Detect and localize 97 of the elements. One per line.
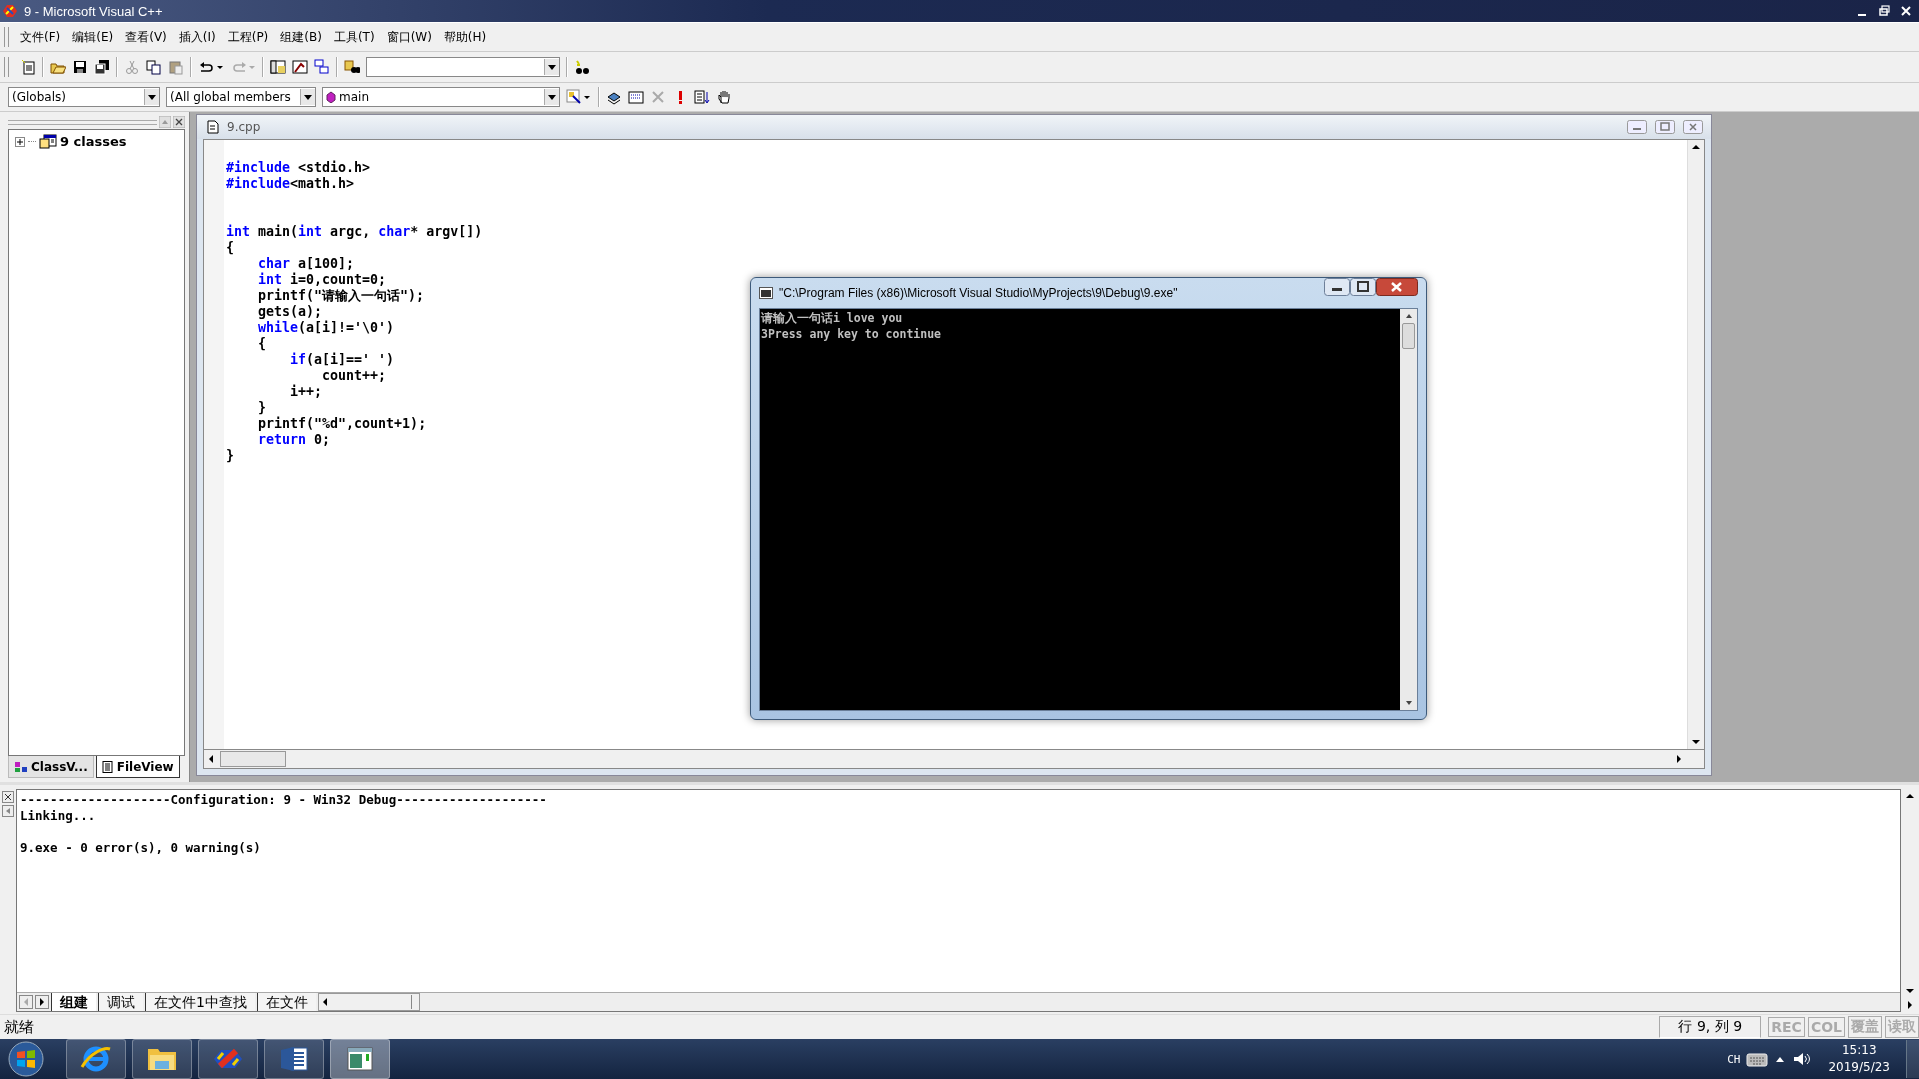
windows-icon[interactable]: [314, 59, 330, 75]
restore-button[interactable]: [1877, 4, 1891, 18]
code-line: int main(int argc, char* argv[]): [226, 224, 483, 240]
output-line: Linking...: [20, 808, 96, 824]
clock-date[interactable]: 2019/5/23: [1828, 1059, 1890, 1076]
undo-icon[interactable]: [198, 59, 224, 75]
sidebar-tab[interactable]: ClassV...: [8, 756, 94, 778]
code-line: {: [257, 336, 267, 352]
hand-icon[interactable]: [716, 89, 732, 105]
status-text: 就绪: [4, 1017, 34, 1037]
code-line: i++;: [289, 384, 323, 400]
menu-item[interactable]: 文件(F): [14, 28, 67, 46]
close-icon[interactable]: [173, 116, 185, 128]
menu-item[interactable]: 窗口(W): [380, 28, 438, 46]
output-tab[interactable]: 在文件: [256, 993, 316, 1011]
code-line: }: [226, 448, 234, 464]
function-combo[interactable]: main: [322, 87, 560, 107]
taskbar-button[interactable]: [264, 1039, 324, 1079]
save-icon[interactable]: [72, 59, 88, 75]
show-desktop-button[interactable]: [1906, 1040, 1919, 1078]
console-line: 3Press any key to continue: [761, 326, 941, 342]
code-line: int i=0,count=0;: [257, 272, 387, 288]
file-view-icon: [101, 760, 114, 773]
copy-icon[interactable]: [146, 59, 162, 75]
sidebar-tab[interactable]: FileView: [95, 756, 180, 778]
minimize-button[interactable]: [1324, 278, 1350, 296]
paste-icon[interactable]: [168, 59, 184, 75]
console-line: 请输入一句话i love you: [761, 310, 903, 326]
classes-icon: [39, 134, 57, 149]
output-line: --------------------Configuration: 9 - Win32 Debug--------------------: [20, 792, 547, 808]
code-line: gets(a);: [257, 304, 323, 320]
build-icon[interactable]: [628, 89, 644, 105]
wizard-icon[interactable]: [566, 89, 592, 105]
binoculars-icon[interactable]: [574, 59, 590, 75]
tree-item[interactable]: 9 classes: [60, 134, 127, 149]
output-tab[interactable]: 在文件1中查找: [145, 993, 255, 1011]
app-icon: [2, 4, 18, 18]
status-indicator: COL: [1807, 1017, 1845, 1037]
close-icon[interactable]: [2, 791, 14, 803]
document-title: 9.cpp: [227, 120, 261, 134]
status-indicator: 读取: [1885, 1016, 1919, 1038]
code-line: while(a[i]!='\0'): [257, 320, 395, 336]
horizontal-scrollbar[interactable]: [203, 749, 1705, 769]
taskbar-button[interactable]: [330, 1039, 390, 1079]
language-indicator[interactable]: CH: [1727, 1052, 1741, 1066]
code-line: return 0;: [257, 432, 331, 448]
console-title: "C:\Program Files (x86)\Microsoft Visual Studio\MyProjects\9\Debug\9.exe": [779, 286, 1178, 300]
menu-item[interactable]: 插入(I): [172, 28, 222, 46]
find-in-files-icon[interactable]: [344, 59, 360, 75]
tab-scroll-right-icon[interactable]: [35, 995, 49, 1009]
close-button[interactable]: [1899, 4, 1913, 18]
go-icon[interactable]: [694, 89, 710, 105]
taskbar-button[interactable]: [132, 1039, 192, 1079]
status-indicator: REC: [1768, 1017, 1805, 1037]
menu-item[interactable]: 编辑(E): [66, 28, 120, 46]
vertical-scrollbar[interactable]: [1687, 140, 1704, 749]
menu-item[interactable]: 帮助(H): [437, 28, 493, 46]
horizontal-scrollbar[interactable]: [317, 993, 420, 1011]
clock-time[interactable]: 15:13: [1841, 1042, 1877, 1059]
volume-icon[interactable]: [1792, 1051, 1811, 1067]
output-line: 9.exe - 0 error(s), 0 warning(s): [20, 840, 261, 856]
code-line: {: [226, 240, 234, 256]
code-line: if(a[i]==' '): [289, 352, 395, 368]
document-icon: [207, 120, 219, 134]
status-indicator: 覆盖: [1848, 1016, 1882, 1038]
cursor-position: 行 9, 列 9: [1659, 1016, 1762, 1038]
code-line: printf("%d",count+1);: [257, 416, 427, 432]
scope-combo[interactable]: (Globals): [8, 87, 160, 107]
vertical-scrollbar[interactable]: [1400, 309, 1417, 710]
menu-item[interactable]: 工程(P): [221, 28, 275, 46]
menu-item[interactable]: 查看(V): [119, 28, 173, 46]
taskbar-button[interactable]: [66, 1039, 126, 1079]
scroll-thumb[interactable]: [220, 751, 286, 767]
maximize-button[interactable]: [1350, 278, 1376, 296]
scroll-thumb[interactable]: [1402, 323, 1415, 349]
save-all-icon[interactable]: [94, 59, 110, 75]
code-line: count++;: [321, 368, 387, 384]
menu-item[interactable]: 组建(B): [274, 28, 328, 46]
class-view-icon: [14, 760, 28, 773]
code-line: printf("请输入一句话");: [257, 288, 425, 304]
keyboard-icon[interactable]: [1746, 1051, 1769, 1067]
window-title: 9 - Microsoft Visual C++: [24, 3, 163, 19]
output-tab[interactable]: 组建: [51, 993, 96, 1011]
menu-item[interactable]: 工具(T): [327, 28, 381, 46]
workspace-icon[interactable]: [270, 59, 286, 75]
code-line: #include <stdio.h>: [226, 160, 371, 176]
console-icon: [759, 287, 773, 299]
expander-icon[interactable]: [15, 136, 25, 147]
code-line: }: [257, 400, 267, 416]
new-file-icon[interactable]: [20, 59, 36, 75]
output-window-icon[interactable]: [292, 59, 308, 75]
close-button[interactable]: [1376, 278, 1418, 296]
method-icon: [326, 91, 336, 103]
code-line: char a[100];: [257, 256, 355, 272]
members-combo[interactable]: (All global members: [166, 87, 316, 107]
output-tab[interactable]: 调试: [98, 993, 143, 1011]
code-line: #include<math.h>: [226, 176, 355, 192]
